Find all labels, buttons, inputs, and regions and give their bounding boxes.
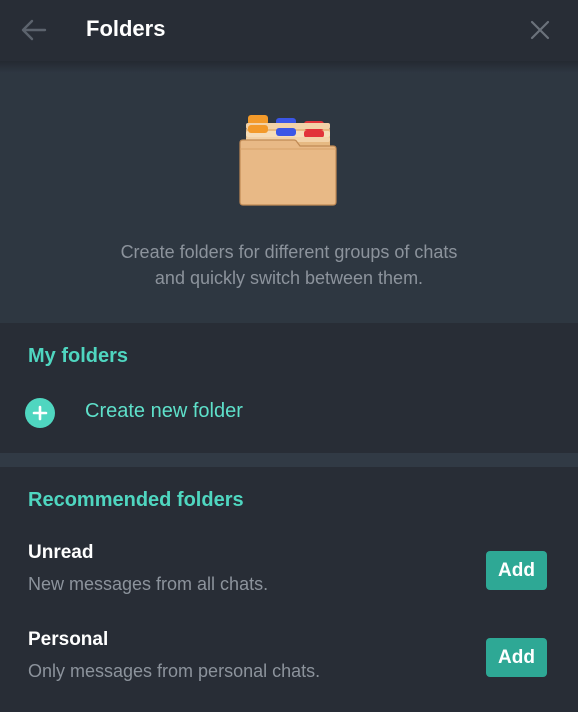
header: Folders <box>0 0 578 61</box>
arrow-left-icon <box>21 19 47 41</box>
header-divider <box>0 61 578 73</box>
page-title: Folders <box>86 16 166 41</box>
my-folders-title: My folders <box>28 345 129 367</box>
my-folders-section: My folders Create new folder <box>0 323 578 453</box>
create-new-folder-button[interactable]: Create new folder <box>0 391 578 435</box>
add-personal-button[interactable]: Add <box>486 638 547 677</box>
intro-description: Create folders for different groups of c… <box>40 239 538 291</box>
add-unread-button[interactable]: Add <box>486 551 547 590</box>
recommended-folders-title: Recommended folders <box>28 489 244 511</box>
folders-illustration <box>239 115 337 206</box>
recommended-item-description: New messages from all chats. <box>28 574 269 594</box>
recommended-item-description: Only messages from personal chats. <box>28 661 321 681</box>
recommended-item-name: Unread <box>28 542 94 563</box>
plus-circle-icon <box>25 398 55 428</box>
recommended-folders-section: Recommended folders Unread New messages … <box>0 467 578 712</box>
intro-section: Create folders for different groups of c… <box>0 73 578 323</box>
recommended-item-personal: Personal Only messages from personal cha… <box>0 629 578 699</box>
close-button[interactable] <box>522 12 558 48</box>
intro-text-line-2: and quickly switch between them. <box>154 268 424 288</box>
recommended-item-name: Personal <box>28 629 109 650</box>
intro-text-line-1: Create folders for different groups of c… <box>120 242 458 262</box>
close-icon <box>530 20 550 40</box>
create-new-folder-label: Create new folder <box>85 400 243 422</box>
plus-icon <box>32 405 48 421</box>
back-button[interactable] <box>14 12 54 48</box>
section-divider <box>0 453 578 467</box>
recommended-item-unread: Unread New messages from all chats. Add <box>0 542 578 612</box>
folders-window: Folders Create folders for different gro… <box>0 0 578 712</box>
